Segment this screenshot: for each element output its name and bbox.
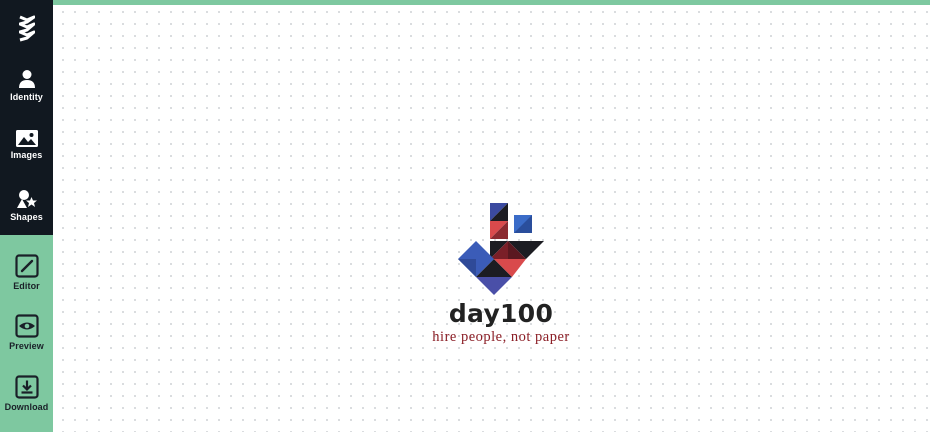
sidebar-green-section: Editor Preview Download	[0, 235, 53, 432]
download-icon	[14, 375, 39, 399]
design-canvas[interactable]: day100 hire people, not paper	[53, 0, 930, 432]
sidebar-item-label: Editor	[13, 280, 40, 291]
sidebar: Identity Images Shapes Editor Preview Do…	[0, 0, 53, 432]
sidebar-item-preview[interactable]: Preview	[0, 303, 53, 364]
brand-name: day100	[448, 299, 554, 328]
canvas-top-accent-bar	[53, 0, 930, 5]
eye-icon	[14, 314, 39, 338]
app-logo-icon	[18, 15, 35, 42]
sidebar-item-label: Download	[4, 401, 49, 412]
sidebar-item-shapes[interactable]: Shapes	[0, 175, 53, 235]
sidebar-dark-section: Identity Images Shapes	[0, 0, 53, 235]
sidebar-item-label: Preview	[9, 341, 44, 352]
day100-logo-mark-icon	[458, 203, 544, 295]
sidebar-item-editor[interactable]: Editor	[0, 242, 53, 303]
sidebar-item-download[interactable]: Download	[0, 363, 53, 424]
shapes-icon	[16, 189, 37, 208]
brand-lockup[interactable]: day100 hire people, not paper	[432, 203, 570, 346]
person-icon	[18, 70, 35, 89]
brand-tagline: hire people, not paper	[432, 329, 570, 345]
sidebar-item-label: Identity	[10, 92, 43, 103]
sidebar-item-identity[interactable]: Identity	[0, 56, 53, 116]
edit-icon	[14, 254, 39, 278]
sidebar-item-label: Shapes	[10, 211, 43, 222]
sidebar-item-label: Images	[10, 150, 43, 161]
sidebar-item-images[interactable]: Images	[0, 116, 53, 176]
app-logo[interactable]	[0, 0, 53, 56]
image-icon	[15, 130, 38, 148]
